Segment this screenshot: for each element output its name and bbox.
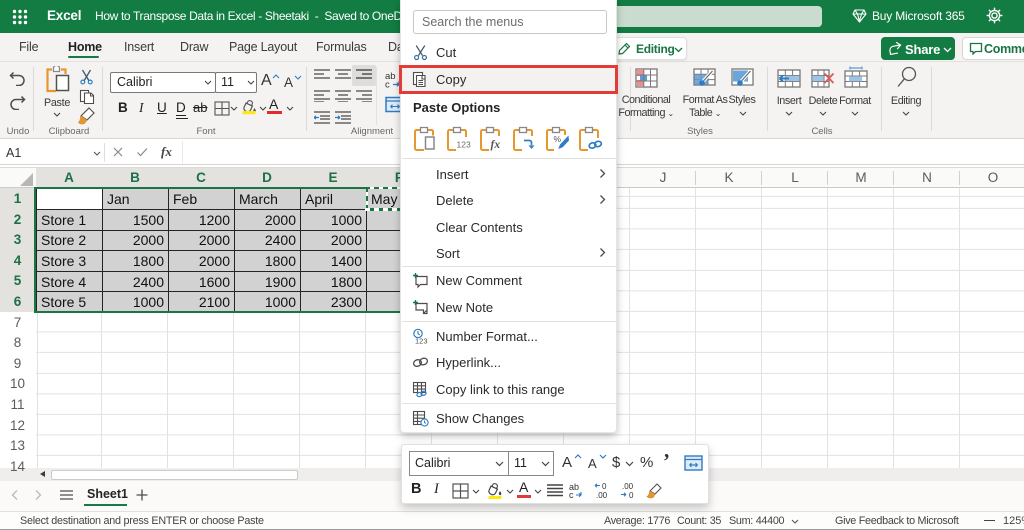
- svg-text:fx: fx: [491, 139, 501, 151]
- svg-text:.00: .00: [622, 482, 634, 491]
- svg-text:123: 123: [415, 336, 428, 345]
- svg-text:0: 0: [629, 491, 634, 499]
- svg-text:0: 0: [602, 482, 607, 491]
- svg-text:c: c: [385, 80, 390, 89]
- svg-text:%: %: [554, 134, 562, 144]
- svg-text:c: c: [569, 490, 574, 499]
- svg-text:.00: .00: [596, 491, 608, 499]
- svg-text:123: 123: [457, 140, 471, 150]
